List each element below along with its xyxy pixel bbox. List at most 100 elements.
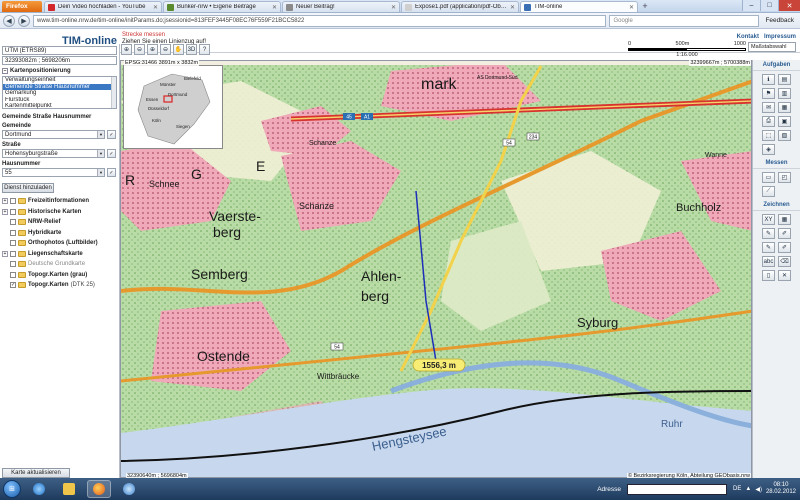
zoom-in-button[interactable]: ⊕ — [121, 44, 132, 55]
browser-tab[interactable]: Bunker-nrw • Eigene Beiträge ✕ — [163, 1, 281, 12]
positioning-list[interactable]: Verwaltungseinheit Gemeinde Straße Hausn… — [2, 76, 117, 109]
forward-button[interactable]: ▶ — [18, 14, 30, 27]
layer-checkbox[interactable] — [10, 271, 16, 278]
zeichnen-tool-button[interactable]: ✕ — [778, 270, 791, 281]
zeichnen-tool-button[interactable]: XY — [762, 214, 775, 225]
layer-item[interactable]: Hybridkarte — [2, 228, 117, 239]
start-button[interactable]: ⊞ — [3, 480, 21, 498]
taskbar-app-explorer[interactable] — [57, 480, 81, 498]
zeichnen-tool-button[interactable]: ✐ — [778, 242, 791, 253]
tray-expand-icon[interactable]: ▲ — [745, 486, 751, 492]
aufgaben-tool-button[interactable]: ▣ — [778, 116, 791, 127]
coordinate-field[interactable]: 32393082m ; 5698206m — [2, 56, 117, 65]
list-scrollbar[interactable] — [111, 77, 116, 108]
layer-checkbox[interactable] — [10, 198, 16, 205]
positioning-header[interactable]: – Kartenpositionierung — [2, 68, 117, 74]
list-item[interactable]: Kartenmittelpunkt — [3, 103, 116, 110]
layer-item[interactable]: Orthophotos (Luftbilder) — [2, 238, 117, 249]
layer-checkbox[interactable] — [10, 261, 16, 268]
new-tab-button[interactable]: + — [639, 0, 651, 12]
minimize-button[interactable]: – — [742, 0, 760, 11]
language-indicator[interactable]: DE — [733, 486, 741, 492]
browser-tab[interactable]: Dein Video hochladen - YouTube ✕ — [44, 1, 162, 12]
zoom-out-button[interactable]: ⊖ — [134, 44, 145, 55]
layer-checkbox[interactable] — [10, 219, 16, 226]
zeichnen-tool-button[interactable]: ▦ — [778, 214, 791, 225]
kontakt-link[interactable]: Kontakt — [737, 34, 759, 40]
browser-tab[interactable]: Neuer Beitrag! ✕ — [282, 1, 400, 12]
impressum-link[interactable]: Impressum — [764, 34, 796, 40]
aufgaben-tool-button[interactable]: ℹ — [762, 74, 775, 85]
collapse-icon[interactable]: – — [2, 68, 8, 74]
address-toolbar-input[interactable] — [627, 483, 728, 495]
close-icon[interactable]: ✕ — [510, 4, 515, 11]
taskbar-app-firefox[interactable] — [87, 480, 111, 498]
pan-button[interactable]: ✋ — [173, 44, 184, 55]
strasse-go-button[interactable]: ✓ — [107, 149, 116, 158]
zeichnen-tool-button[interactable]: ✎ — [762, 242, 775, 253]
expand-icon[interactable]: + — [2, 208, 8, 215]
messen-tool-button[interactable]: ⟋ — [762, 186, 775, 197]
refresh-map-button[interactable]: Karte aktualisieren — [2, 468, 70, 478]
close-window-button[interactable]: ✕ — [778, 0, 800, 11]
aufgaben-tool-button[interactable]: ⚑ — [762, 88, 775, 99]
overview-inset[interactable]: Bielefeld Münster Dortmund Essen Düsseld… — [123, 65, 223, 149]
expand-icon[interactable]: + — [2, 250, 8, 257]
clock[interactable]: 08:10 28.02.2012 — [766, 482, 796, 496]
zeichnen-tool-button[interactable]: ▯ — [762, 270, 775, 281]
zeichnen-tool-button[interactable]: ✎ — [762, 228, 775, 239]
close-icon[interactable]: ✕ — [272, 4, 277, 11]
back-button[interactable]: ◀ — [3, 14, 15, 27]
close-icon[interactable]: ✕ — [629, 4, 634, 11]
zoom-box-in-button[interactable]: ⊕ — [147, 44, 158, 55]
url-bar[interactable]: www.tim-online.nrw.de/tim-online/initPar… — [33, 14, 607, 27]
layer-checkbox[interactable] — [10, 229, 16, 236]
aufgaben-tool-button[interactable]: ▥ — [778, 88, 791, 99]
layer-checkbox[interactable]: ✓ — [10, 282, 16, 289]
aufgaben-tool-button[interactable]: ⬚ — [762, 130, 775, 141]
browser-tab[interactable]: Expose1.pdf (application/pdf-Objekt) ✕ — [401, 1, 519, 12]
gemeinde-select[interactable]: Dortmund ▼ — [2, 130, 105, 139]
gemeinde-go-button[interactable]: ✓ — [107, 130, 116, 139]
layer-checkbox[interactable] — [10, 240, 16, 247]
feedback-button[interactable]: Feedback — [762, 17, 797, 24]
zeichnen-tool-button[interactable]: abc — [762, 256, 775, 267]
strasse-select[interactable]: Hohensyburgstraße ▼ — [2, 149, 105, 158]
close-icon[interactable]: ✕ — [391, 4, 396, 11]
zeichnen-tool-button[interactable]: ⌫ — [778, 256, 791, 267]
aufgaben-tool-button[interactable]: ▧ — [778, 130, 791, 141]
layer-item[interactable]: + Freizeitinformationen — [2, 196, 117, 207]
hausnummer-go-button[interactable]: ✓ — [107, 168, 116, 177]
aufgaben-tool-button[interactable]: ◈ — [762, 144, 775, 155]
search-bar[interactable]: Google — [609, 14, 760, 27]
layer-item[interactable]: NRW-Relief — [2, 217, 117, 228]
layer-checkbox[interactable] — [10, 208, 16, 215]
add-service-button[interactable]: Dienst hinzuladen — [2, 183, 54, 193]
zoom-box-out-button[interactable]: ⊖ — [160, 44, 171, 55]
layer-item[interactable]: + Historische Karten — [2, 207, 117, 218]
taskbar-app-ie[interactable] — [27, 480, 51, 498]
hausnummer-select[interactable]: 55 ▼ — [2, 168, 105, 177]
volume-icon[interactable]: ◀) — [755, 486, 762, 493]
messen-tool-button[interactable]: ◰ — [778, 172, 791, 183]
aufgaben-tool-button[interactable]: ✉ — [762, 102, 775, 113]
messen-tool-button[interactable]: ▭ — [762, 172, 775, 183]
layer-item[interactable]: + Liegenschaftskarte — [2, 249, 117, 260]
crs-select[interactable]: UTM (ETRS89) — [2, 46, 117, 55]
taskbar-app-network[interactable] — [117, 480, 141, 498]
maximize-button[interactable]: □ — [760, 0, 778, 11]
layer-item[interactable]: Deutsche Grundkarte — [2, 259, 117, 270]
help-button[interactable]: ? — [199, 44, 210, 55]
aufgaben-tool-button[interactable]: ▦ — [778, 102, 791, 113]
layer-item[interactable]: Topogr.Karten (grau) — [2, 270, 117, 281]
aufgaben-tool-button[interactable]: ⎙ — [762, 116, 775, 127]
layer-checkbox[interactable] — [10, 250, 16, 257]
firefox-menu-button[interactable]: Firefox — [2, 1, 42, 12]
scale-select[interactable]: Maßstabswahl — [748, 42, 796, 52]
browser-tab-active[interactable]: TIM-online ✕ — [520, 1, 638, 12]
3d-button[interactable]: 3D — [186, 44, 197, 55]
layer-item[interactable]: ✓ Topogr.Karten (DTK 25) — [2, 280, 117, 291]
close-icon[interactable]: ✕ — [153, 4, 158, 11]
expand-icon[interactable]: + — [2, 198, 8, 205]
zeichnen-tool-button[interactable]: ✐ — [778, 228, 791, 239]
